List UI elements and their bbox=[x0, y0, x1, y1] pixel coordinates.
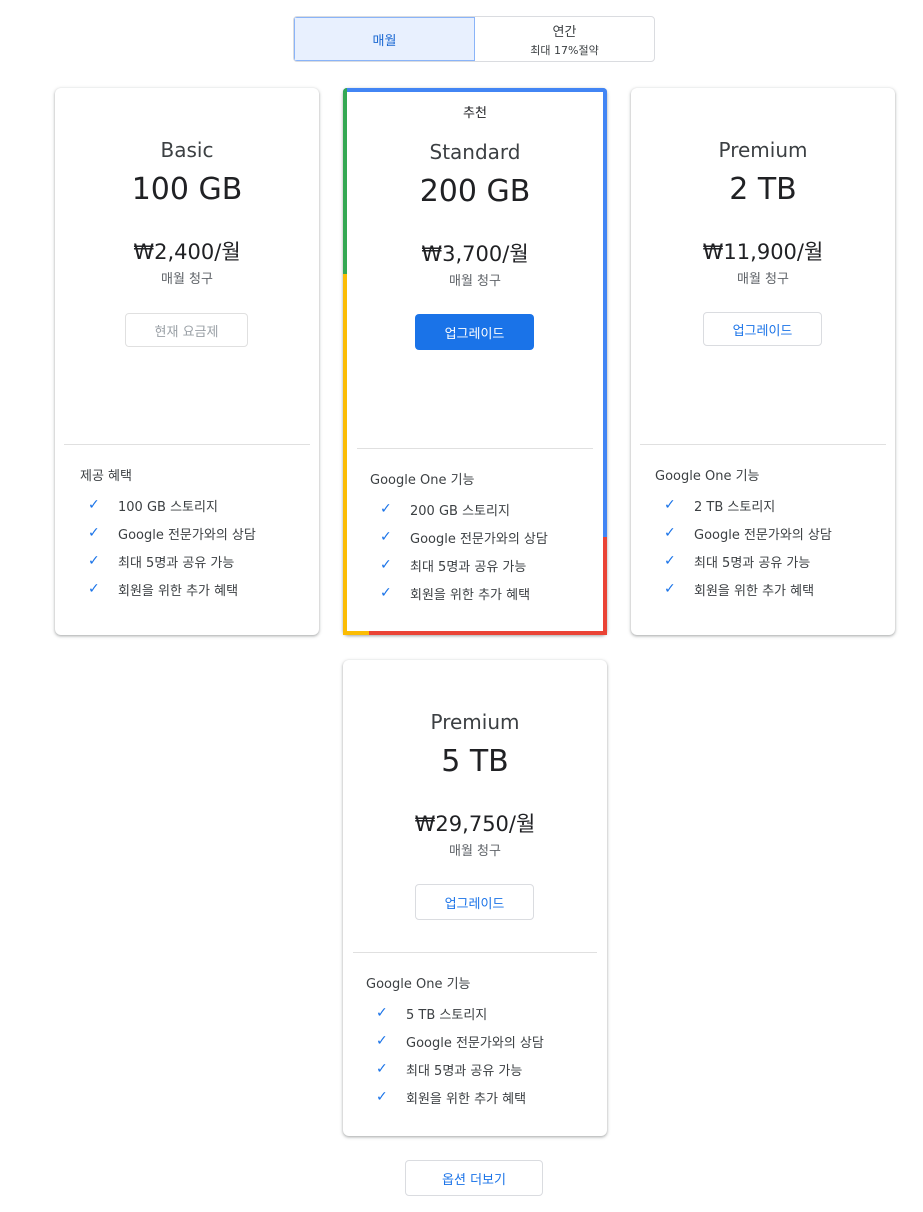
feature-item: ✓ 최대 5명과 공유 가능 bbox=[88, 547, 256, 575]
feature-text: 최대 5명과 공유 가능 bbox=[694, 555, 811, 571]
check-icon: ✓ bbox=[88, 553, 100, 569]
plan-storage-size: 5 TB bbox=[441, 744, 509, 779]
feature-text: Google 전문가와의 상담 bbox=[406, 1035, 544, 1051]
feature-text: 최대 5명과 공유 가능 bbox=[118, 555, 235, 571]
check-icon: ✓ bbox=[376, 1089, 388, 1105]
feature-text: 2 TB 스토리지 bbox=[694, 499, 776, 515]
check-icon: ✓ bbox=[664, 553, 676, 569]
feature-item: ✓ 회원을 위한 추가 혜택 bbox=[664, 575, 832, 603]
plan-price: ₩11,900/월 bbox=[702, 240, 824, 264]
plan-price: ₩2,400/월 bbox=[133, 240, 241, 264]
feature-text: 회원을 위한 추가 혜택 bbox=[410, 587, 531, 603]
recommended-border-right-red bbox=[603, 537, 607, 635]
check-icon: ✓ bbox=[88, 497, 100, 513]
plan-storage-size: 2 TB bbox=[729, 172, 797, 207]
plan-name: Premium bbox=[430, 710, 520, 734]
feature-list: ✓ 5 TB 스토리지 ✓ Google 전문가와의 상담 ✓ 최대 5명과 공유 가… bbox=[376, 999, 544, 1111]
more-options-button[interactable]: 옵션 더보기 bbox=[405, 1160, 543, 1196]
plan-name: Premium bbox=[718, 138, 808, 162]
feature-item: ✓ 최대 5명과 공유 가능 bbox=[376, 1055, 544, 1083]
feature-item: ✓ Google 전문가와의 상담 bbox=[380, 523, 548, 551]
plan-name: Basic bbox=[160, 138, 214, 162]
check-icon: ✓ bbox=[376, 1061, 388, 1077]
check-icon: ✓ bbox=[380, 585, 392, 601]
feature-text: 200 GB 스토리지 bbox=[410, 503, 510, 519]
plan-card-basic: Basic 100 GB ₩2,400/월 매월 청구 현재 요금제 제공 혜택… bbox=[55, 88, 319, 635]
feature-item: ✓ Google 전문가와의 상담 bbox=[376, 1027, 544, 1055]
recommended-border-bottom-red bbox=[369, 631, 607, 635]
features-title: Google One 기능 bbox=[370, 473, 475, 488]
check-icon: ✓ bbox=[376, 1005, 388, 1021]
feature-text: 최대 5명과 공유 가능 bbox=[410, 559, 527, 575]
plan-card-standard: 추천 Standard 200 GB ₩3,700/월 매월 청구 업그레이드 … bbox=[343, 88, 607, 635]
feature-text: 회원을 위한 추가 혜택 bbox=[406, 1091, 527, 1107]
feature-text: Google 전문가와의 상담 bbox=[118, 527, 256, 543]
feature-text: Google 전문가와의 상담 bbox=[410, 531, 548, 547]
card-divider bbox=[357, 448, 593, 449]
feature-text: 회원을 위한 추가 혜택 bbox=[694, 583, 815, 599]
feature-item: ✓ 회원을 위한 추가 혜택 bbox=[88, 575, 256, 603]
feature-item: ✓ Google 전문가와의 상담 bbox=[664, 519, 832, 547]
recommended-border-left-yellow bbox=[343, 274, 347, 635]
billing-period-toggle: 매월 연간 최대 17%절약 bbox=[293, 16, 655, 62]
feature-item: ✓ 회원을 위한 추가 혜택 bbox=[380, 579, 548, 607]
monthly-tab[interactable]: 매월 bbox=[294, 17, 475, 61]
check-icon: ✓ bbox=[380, 557, 392, 573]
recommended-border-top bbox=[343, 88, 607, 92]
upgrade-button[interactable]: 업그레이드 bbox=[703, 312, 822, 346]
feature-text: 회원을 위한 추가 혜택 bbox=[118, 583, 239, 599]
feature-text: 최대 5명과 공유 가능 bbox=[406, 1063, 523, 1079]
check-icon: ✓ bbox=[664, 497, 676, 513]
check-icon: ✓ bbox=[88, 581, 100, 597]
plan-price: ₩3,700/월 bbox=[421, 242, 529, 266]
feature-item: ✓ 200 GB 스토리지 bbox=[380, 495, 548, 523]
recommended-border-bottom-yellow bbox=[343, 631, 369, 635]
feature-item: ✓ 5 TB 스토리지 bbox=[376, 999, 544, 1027]
plan-card-premium-2tb: Premium 2 TB ₩11,900/월 매월 청구 업그레이드 Googl… bbox=[631, 88, 895, 635]
check-icon: ✓ bbox=[380, 529, 392, 545]
plan-card-premium-5tb: Premium 5 TB ₩29,750/월 매월 청구 업그레이드 Googl… bbox=[343, 660, 607, 1136]
upgrade-button[interactable]: 업그레이드 bbox=[415, 314, 534, 350]
feature-item: ✓ Google 전문가와의 상담 bbox=[88, 519, 256, 547]
plan-name: Standard bbox=[429, 140, 521, 164]
plan-billing-note: 매월 청구 bbox=[449, 274, 501, 289]
feature-text: Google 전문가와의 상담 bbox=[694, 527, 832, 543]
card-divider bbox=[353, 952, 597, 953]
yearly-tab-label: 연간 bbox=[552, 24, 577, 40]
upgrade-button[interactable]: 업그레이드 bbox=[415, 884, 534, 920]
feature-list: ✓ 200 GB 스토리지 ✓ Google 전문가와의 상담 ✓ 최대 5명과 공유… bbox=[380, 495, 548, 607]
card-divider bbox=[64, 444, 310, 445]
plan-billing-note: 매월 청구 bbox=[161, 272, 213, 287]
check-icon: ✓ bbox=[664, 525, 676, 541]
check-icon: ✓ bbox=[380, 501, 392, 517]
feature-item: ✓ 2 TB 스토리지 bbox=[664, 491, 832, 519]
features-title: Google One 기능 bbox=[655, 469, 760, 484]
check-icon: ✓ bbox=[664, 581, 676, 597]
yearly-tab-savings: 최대 17%절약 bbox=[530, 43, 599, 57]
plan-storage-size: 100 GB bbox=[131, 172, 243, 207]
monthly-tab-label: 매월 bbox=[372, 33, 397, 49]
recommended-badge: 추천 bbox=[463, 106, 487, 121]
features-title: 제공 혜택 bbox=[80, 469, 132, 484]
plan-billing-note: 매월 청구 bbox=[449, 844, 501, 859]
feature-item: ✓ 회원을 위한 추가 혜택 bbox=[376, 1083, 544, 1111]
feature-text: 100 GB 스토리지 bbox=[118, 499, 218, 515]
feature-list: ✓ 2 TB 스토리지 ✓ Google 전문가와의 상담 ✓ 최대 5명과 공유 가… bbox=[664, 491, 832, 603]
feature-item: ✓ 100 GB 스토리지 bbox=[88, 491, 256, 519]
card-divider bbox=[640, 444, 886, 445]
feature-text: 5 TB 스토리지 bbox=[406, 1007, 488, 1023]
check-icon: ✓ bbox=[376, 1033, 388, 1049]
yearly-tab[interactable]: 연간 최대 17%절약 bbox=[475, 17, 654, 61]
plan-price: ₩29,750/월 bbox=[414, 812, 536, 836]
check-icon: ✓ bbox=[88, 525, 100, 541]
feature-item: ✓ 최대 5명과 공유 가능 bbox=[664, 547, 832, 575]
plan-storage-size: 200 GB bbox=[419, 174, 531, 209]
feature-item: ✓ 최대 5명과 공유 가능 bbox=[380, 551, 548, 579]
current-plan-button: 현재 요금제 bbox=[125, 313, 248, 347]
plan-billing-note: 매월 청구 bbox=[737, 272, 789, 287]
feature-list: ✓ 100 GB 스토리지 ✓ Google 전문가와의 상담 ✓ 최대 5명과 공유… bbox=[88, 491, 256, 603]
features-title: Google One 기능 bbox=[366, 977, 471, 992]
